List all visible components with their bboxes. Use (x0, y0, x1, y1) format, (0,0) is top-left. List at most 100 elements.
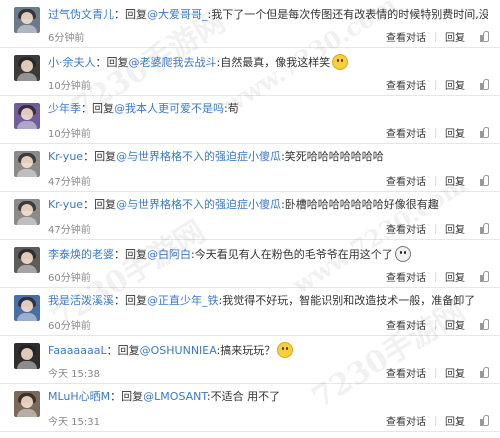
mention-link[interactable]: @与世界格格不入的强迫症小傻瓜 (116, 150, 281, 163)
reply-link[interactable]: 回复 (445, 221, 465, 236)
reply-prefix: 回复 (92, 102, 114, 115)
divider (435, 319, 436, 330)
view-dialog-link[interactable]: 查看对话 (386, 221, 426, 236)
reply-link[interactable]: 回复 (445, 77, 465, 92)
mention-link[interactable]: @与世界格格不入的强迫症小傻瓜 (116, 198, 281, 211)
user-avatar[interactable] (14, 343, 40, 369)
view-dialog-link[interactable]: 查看对话 (386, 77, 426, 92)
mention-link[interactable]: @OSHUNNIEA (140, 344, 217, 357)
reply-prefix: 回复 (94, 198, 117, 211)
mention-link[interactable]: @LMOSANT (143, 390, 207, 403)
reply-prefix: 回复 (106, 56, 129, 69)
reply-link[interactable]: 回复 (445, 269, 465, 284)
reply-prefix: 回复 (121, 390, 144, 403)
view-dialog-link[interactable]: 查看对话 (386, 413, 426, 428)
comment-body: :我下了一个但是每次传图还有改表情的时候特别费时间,没有耐心了 (207, 8, 489, 21)
reply-prefix: 回复 (125, 248, 147, 261)
user-avatar[interactable] (14, 55, 40, 81)
mention-link[interactable]: @老婆爬我去战斗 (129, 56, 217, 69)
comment-body: :卧槽哈哈哈哈哈哈哈好像很有趣 (281, 198, 439, 211)
like-thumb-icon[interactable] (479, 271, 490, 282)
user-avatar[interactable] (14, 199, 40, 225)
user-avatar[interactable] (14, 391, 40, 417)
comment-text: 少年季：回复@我本人更可爱不是吗:苟 (48, 102, 239, 115)
view-dialog-link[interactable]: 查看对话 (386, 173, 426, 188)
view-dialog-link[interactable]: 查看对话 (386, 317, 426, 332)
mention-link[interactable]: @白阿白 (147, 248, 191, 261)
username-link[interactable]: 小·余夫人 (48, 56, 96, 69)
comment-text: 过气伪文青儿：回复@大爱哥哥_:我下了一个但是每次传图还有改表情的时候特别费时间… (48, 6, 488, 22)
comment-text: 李泰焕的老婆：回复@白阿白:今天看见有人在粉色的毛爷爷在用这个了 (48, 246, 488, 262)
username-link[interactable]: 少年季 (48, 102, 81, 115)
username-link[interactable]: Kr-yue (48, 150, 83, 163)
divider (435, 223, 436, 234)
username-link[interactable]: 李泰焕的老婆 (48, 248, 114, 261)
divider (435, 415, 436, 426)
divider (435, 367, 436, 378)
emoji-icon (277, 342, 294, 358)
comment-body: :苟 (224, 102, 239, 115)
comment-text: 我是活泼溪溪：回复@正直少年_铁:我觉得不好玩，智能识别和改造技术一般，准备卸了 (48, 294, 476, 307)
comment-text: FaaaaaaaL：回复@OSHUNNIEA:搞来玩玩？ (48, 342, 488, 358)
username-link[interactable]: 过气伪文青儿 (48, 8, 114, 21)
comment-text: Kr-yue：回复@与世界格格不入的强迫症小傻瓜:卧槽哈哈哈哈哈哈哈好像很有趣 (48, 198, 439, 211)
comment-time: 60分钟前 (48, 273, 91, 284)
username-link[interactable]: 我是活泼溪溪 (48, 294, 114, 307)
comment-body: :笑死哈哈哈哈哈哈哈 (281, 150, 384, 163)
view-dialog-link[interactable]: 查看对话 (386, 269, 426, 284)
comment-time: 60分钟前 (48, 321, 91, 332)
comment-text: MLuH心晒M：回复@LMOSANT:不适合 用不了 (48, 390, 281, 403)
reply-link[interactable]: 回复 (445, 29, 465, 44)
username-link[interactable]: FaaaaaaaL (48, 344, 107, 357)
like-thumb-icon[interactable] (479, 367, 490, 378)
emoji-icon (332, 54, 349, 70)
reply-link[interactable]: 回复 (445, 173, 465, 188)
emoji-icon (394, 246, 411, 262)
reply-prefix: 回复 (94, 150, 117, 163)
comment-time: 47分钟前 (48, 177, 91, 188)
comment-time: 今天 15:38 (48, 369, 100, 380)
comment-time: 6分钟前 (48, 33, 85, 44)
comment-actions: 查看对话 回复 (386, 77, 490, 92)
comment-body: :我觉得不好玩，智能识别和改造技术一般，准备卸了 (218, 294, 476, 307)
view-dialog-link[interactable]: 查看对话 (386, 29, 426, 44)
like-thumb-icon[interactable] (479, 319, 490, 330)
divider (435, 127, 436, 138)
user-avatar[interactable] (14, 7, 40, 33)
reply-link[interactable]: 回复 (445, 413, 465, 428)
comment-actions: 查看对话 回复 (386, 125, 490, 140)
comment-row: 过气伪文青儿：回复@大爱哥哥_:我下了一个但是每次传图还有改表情的时候特别费时间… (0, 0, 500, 48)
user-avatar[interactable] (14, 103, 40, 129)
user-avatar[interactable] (14, 295, 40, 321)
mention-link[interactable]: @大爱哥哥_ (147, 8, 208, 21)
comment-row: Kr-yue：回复@与世界格格不入的强迫症小傻瓜:笑死哈哈哈哈哈哈哈 47分钟前… (0, 144, 500, 192)
reply-link[interactable]: 回复 (445, 125, 465, 140)
divider (435, 31, 436, 42)
view-dialog-link[interactable]: 查看对话 (386, 125, 426, 140)
username-link[interactable]: MLuH心晒M (48, 390, 110, 403)
user-avatar[interactable] (14, 247, 40, 273)
user-avatar[interactable] (14, 151, 40, 177)
comment-row: FaaaaaaaL：回复@OSHUNNIEA:搞来玩玩？ 今天 15:38 查看… (0, 336, 500, 384)
comment-body: :搞来玩玩？ (216, 344, 276, 357)
like-thumb-icon[interactable] (479, 127, 490, 138)
mention-link[interactable]: @我本人更可爱不是吗 (114, 102, 224, 115)
like-thumb-icon[interactable] (479, 223, 490, 234)
comment-time: 47分钟前 (48, 225, 91, 236)
comment-body: :今天看见有人在粉色的毛爷爷在用这个了 (191, 248, 393, 261)
divider (435, 271, 436, 282)
comment-row: 李泰焕的老婆：回复@白阿白:今天看见有人在粉色的毛爷爷在用这个了 60分钟前 查… (0, 240, 500, 288)
view-dialog-link[interactable]: 查看对话 (386, 365, 426, 380)
divider (435, 175, 436, 186)
like-thumb-icon[interactable] (479, 79, 490, 90)
mention-link[interactable]: @正直少年_铁 (147, 294, 219, 307)
comment-time: 10分钟前 (48, 81, 91, 92)
like-thumb-icon[interactable] (479, 175, 490, 186)
like-thumb-icon[interactable] (479, 31, 490, 42)
reply-link[interactable]: 回复 (445, 317, 465, 332)
username-link[interactable]: Kr-yue (48, 198, 83, 211)
like-thumb-icon[interactable] (479, 415, 490, 426)
comment-actions: 查看对话 回复 (386, 269, 490, 284)
comment-actions: 查看对话 回复 (386, 221, 490, 236)
reply-link[interactable]: 回复 (445, 365, 465, 380)
